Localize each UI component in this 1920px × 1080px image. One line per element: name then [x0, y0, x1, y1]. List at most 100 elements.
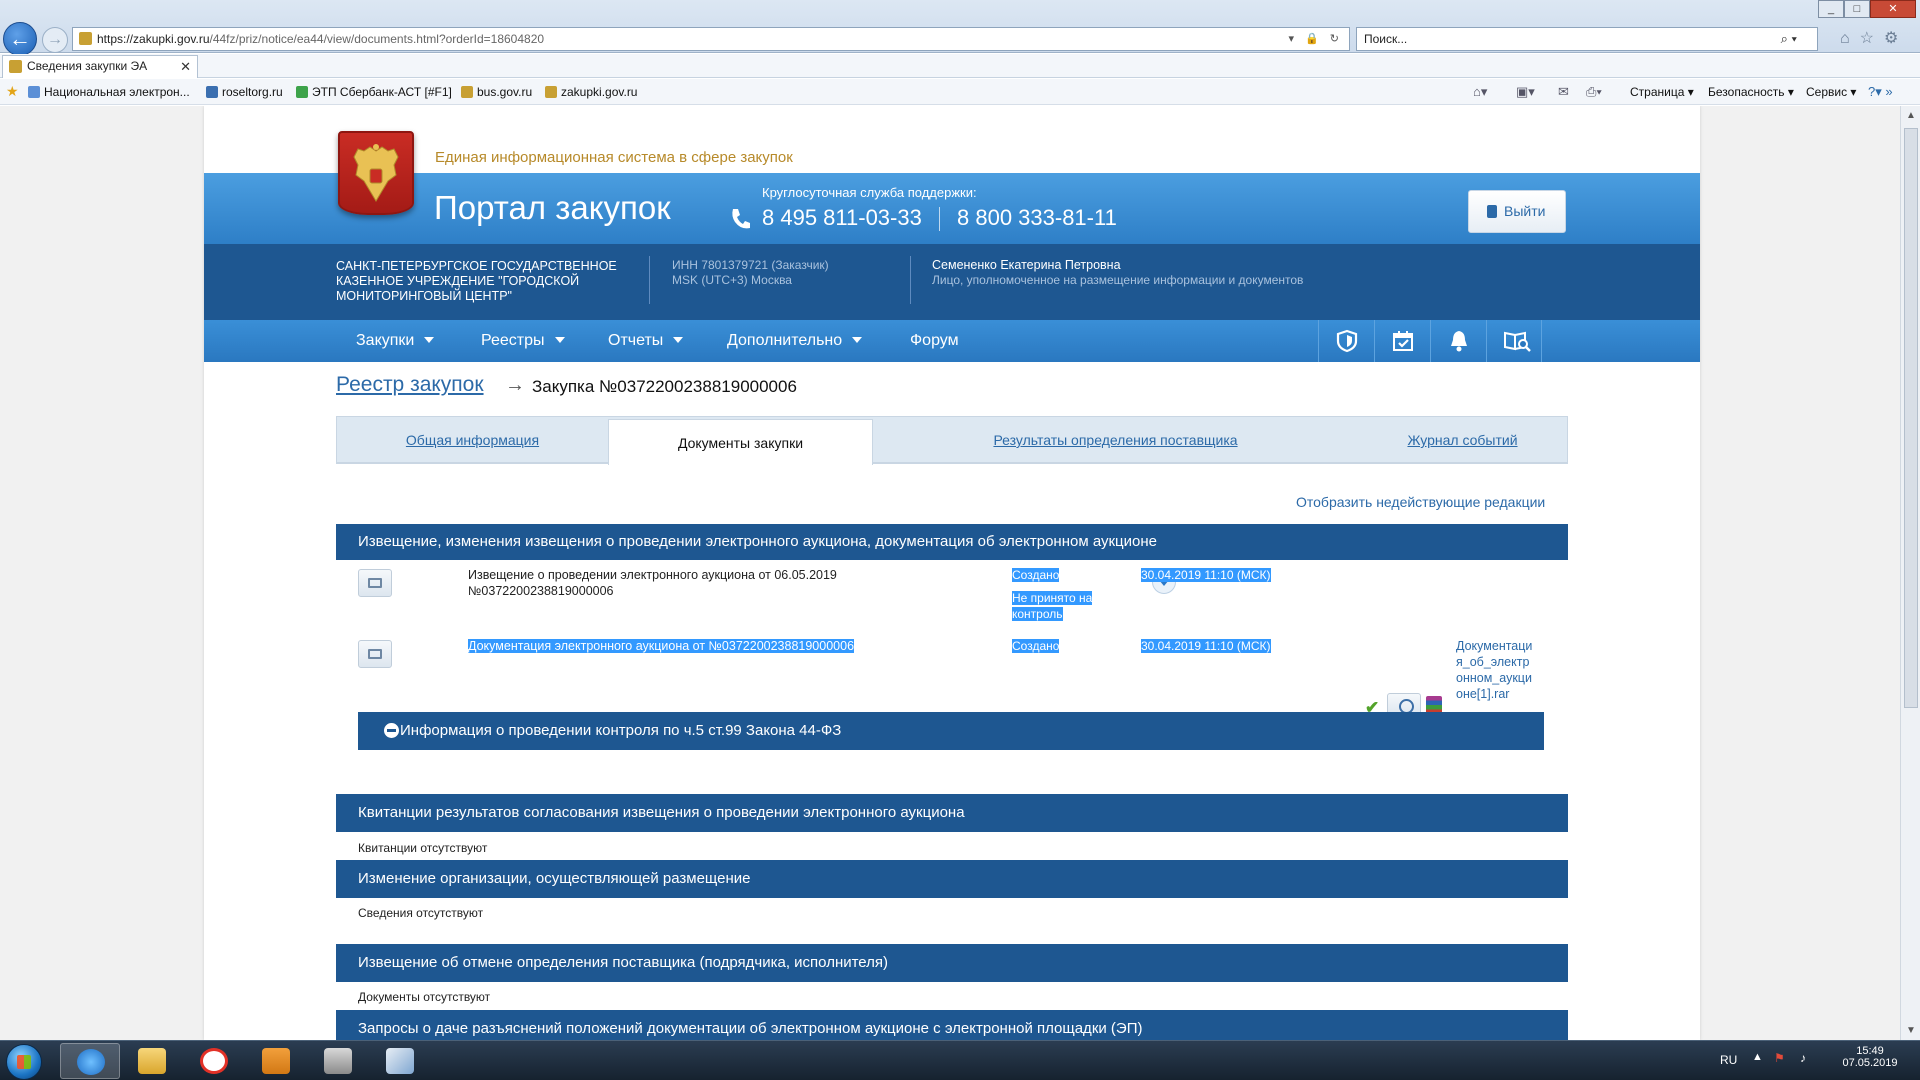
favorite-icon — [296, 86, 308, 98]
print-document-button[interactable] — [358, 640, 392, 668]
browser-tab[interactable]: Сведения закупки ЭА ✕ — [2, 55, 198, 78]
paint-icon — [386, 1048, 414, 1074]
calendar-check-icon — [1393, 331, 1413, 351]
address-path: /44fz/priz/notice/ea44/view/documents.ht… — [209, 32, 545, 46]
home-icon[interactable]: ⌂▾ — [1473, 84, 1487, 100]
book-search-icon — [1504, 331, 1531, 352]
coat-of-arms-logo[interactable] — [338, 131, 414, 215]
favorite-link[interactable]: ЭТП Сбербанк-АСТ [#F1] — [296, 85, 452, 99]
org-change-empty-text: Сведения отсутствуют — [358, 906, 484, 920]
logout-button[interactable]: Выйти — [1468, 190, 1566, 233]
purchase-tabs: Общая информация Документы закупки Резул… — [336, 416, 1568, 465]
scroll-down-icon[interactable]: ▼ — [1906, 1025, 1916, 1036]
mail-icon[interactable]: ✉ — [1558, 84, 1569, 100]
section-header-cancel: Извещение об отмене определения поставщи… — [336, 944, 1568, 982]
double-headed-eagle-icon — [353, 144, 399, 202]
taskbar-paint[interactable] — [370, 1043, 430, 1079]
documentation-title[interactable]: Документация электронного аукциона от №0… — [468, 638, 898, 654]
vertical-scrollbar[interactable]: ▲ ▼ — [1900, 106, 1920, 1040]
document-date: 30.04.2019 11:10 (МСК) — [1141, 639, 1271, 653]
tab-close-icon[interactable]: ✕ — [180, 56, 191, 77]
organization-name: САНКТ-ПЕТЕРБУРГСКОЕ ГОСУДАРСТВЕННОЕ КАЗЕ… — [336, 259, 617, 303]
breadcrumb-registry-link[interactable]: Реестр закупок — [336, 373, 484, 397]
cancel-empty-text: Документы отсутствуют — [358, 990, 491, 1004]
tab-event-log[interactable]: Журнал событий — [1358, 417, 1567, 463]
tab-documents[interactable]: Документы закупки — [608, 419, 873, 465]
search-docs-button[interactable] — [1486, 320, 1542, 362]
security-menu[interactable]: Безопасность ▾ — [1708, 85, 1794, 99]
tab-general-info[interactable]: Общая информация — [337, 417, 608, 463]
tray-clock[interactable]: 15:49 07.05.2019 — [1840, 1045, 1900, 1069]
notifications-button[interactable] — [1430, 320, 1486, 362]
favorite-link[interactable]: bus.gov.ru — [461, 85, 532, 99]
service-menu[interactable]: Сервис ▾ — [1806, 85, 1856, 99]
calendar-button[interactable] — [1374, 320, 1430, 362]
favorite-link[interactable]: zakupki.gov.ru — [545, 85, 637, 99]
volume-icon[interactable]: ♪ — [1800, 1051, 1806, 1065]
user-app-icon — [324, 1048, 352, 1074]
search-icon[interactable]: ⌕ ▾ — [1781, 28, 1797, 50]
scroll-thumb[interactable] — [1904, 128, 1918, 708]
nav-reports[interactable]: Отчеты — [608, 320, 684, 362]
shield-icon — [1336, 329, 1358, 353]
printer-icon — [368, 649, 382, 659]
browser-toolbar: _ □ ✕ ← → https://zakupki.gov.ru/44fz/pr… — [0, 0, 1920, 56]
attachment-file-link[interactable]: Документация_об_электронном_аукционе[1].… — [1456, 638, 1536, 702]
tab-supplier-results[interactable]: Результаты определения поставщика — [873, 417, 1358, 463]
chevron-down-icon — [852, 337, 863, 343]
taskbar-explorer[interactable] — [122, 1043, 182, 1079]
scroll-up-icon[interactable]: ▲ — [1906, 110, 1916, 121]
favorite-icon — [461, 86, 473, 98]
search-input[interactable]: Поиск... ⌕ ▾ — [1356, 27, 1818, 51]
help-icon[interactable]: ?▾ » — [1868, 84, 1893, 100]
language-indicator[interactable]: RU — [1720, 1053, 1737, 1067]
tray-expand-icon[interactable]: ▲ — [1752, 1051, 1763, 1063]
favorites-bar: ★ Национальная электрон... roseltorg.ru … — [0, 79, 1920, 105]
printer-icon — [368, 578, 382, 588]
nav-additional[interactable]: Дополнительно — [727, 320, 863, 362]
start-button[interactable] — [6, 1044, 42, 1080]
breadcrumb-arrow-icon: → — [505, 374, 525, 396]
taskbar-outlook[interactable] — [246, 1043, 306, 1079]
favorite-link[interactable]: Национальная электрон... — [28, 85, 190, 99]
internet-explorer-icon — [77, 1049, 105, 1075]
section-header-notice: Извещение, изменения извещения о проведе… — [336, 524, 1568, 560]
window-controls: _ □ ✕ — [1818, 0, 1916, 18]
organization-inn: ИНН 7801379721 (Заказчик) MSK (UTC+3) Мо… — [672, 258, 829, 288]
page-menu[interactable]: Страница ▾ — [1630, 85, 1694, 99]
address-bar[interactable]: https://zakupki.gov.ru/44fz/priz/notice/… — [72, 27, 1350, 51]
maximize-button[interactable]: □ — [1844, 0, 1870, 18]
print-document-button[interactable] — [358, 569, 392, 597]
portal-title[interactable]: Портал закупок — [434, 189, 671, 227]
document-date: 30.04.2019 11:10 (МСК) — [1141, 568, 1271, 582]
favorite-icon — [545, 86, 557, 98]
favorites-star-icon[interactable]: ★ — [6, 83, 19, 100]
shield-button[interactable] — [1318, 320, 1374, 362]
back-button[interactable]: ← — [3, 22, 37, 56]
nav-registries[interactable]: Реестры — [481, 320, 565, 362]
network-warning-icon[interactable]: ⚑ — [1774, 1051, 1785, 1065]
chevron-down-icon — [424, 337, 435, 343]
page-viewport: Единая информационная система в сфере за… — [0, 106, 1900, 1040]
ets-title: Единая информационная система в сфере за… — [435, 149, 793, 166]
forward-button[interactable]: → — [42, 27, 68, 53]
nav-forum[interactable]: Форум — [910, 320, 959, 362]
nav-purchases[interactable]: Закупки — [356, 320, 435, 362]
print-icon[interactable]: ⎙▾ — [1586, 84, 1602, 100]
control-info-toggle[interactable]: Информация о проведении контроля по ч.5 … — [358, 712, 1544, 750]
show-inactive-revisions-link[interactable]: Отобразить недействующие редакции — [1296, 494, 1545, 510]
close-window-button[interactable]: ✕ — [1870, 0, 1916, 18]
favorite-icon — [206, 86, 218, 98]
address-actions-icon[interactable]: ▾ 🔒 ↻ — [1288, 28, 1343, 50]
rss-icon[interactable]: ▣▾ — [1516, 84, 1535, 100]
home-favorites-tools-icon[interactable]: ⌂☆⚙ — [1840, 28, 1908, 48]
favorite-link[interactable]: roseltorg.ru — [206, 85, 283, 99]
section-header-requests: Запросы о даче разъяснений положений док… — [336, 1010, 1568, 1040]
taskbar-app[interactable] — [308, 1043, 368, 1079]
notice-document-title[interactable]: Извещение о проведении электронного аукц… — [468, 567, 868, 599]
minimize-button[interactable]: _ — [1818, 0, 1844, 18]
section-header-receipts: Квитанции результатов согласования извещ… — [336, 794, 1568, 832]
portal-header: Портал закупок Круглосуточная служба под… — [204, 173, 1700, 244]
taskbar-internet-explorer[interactable] — [60, 1043, 120, 1079]
taskbar-yandex[interactable] — [184, 1043, 244, 1079]
